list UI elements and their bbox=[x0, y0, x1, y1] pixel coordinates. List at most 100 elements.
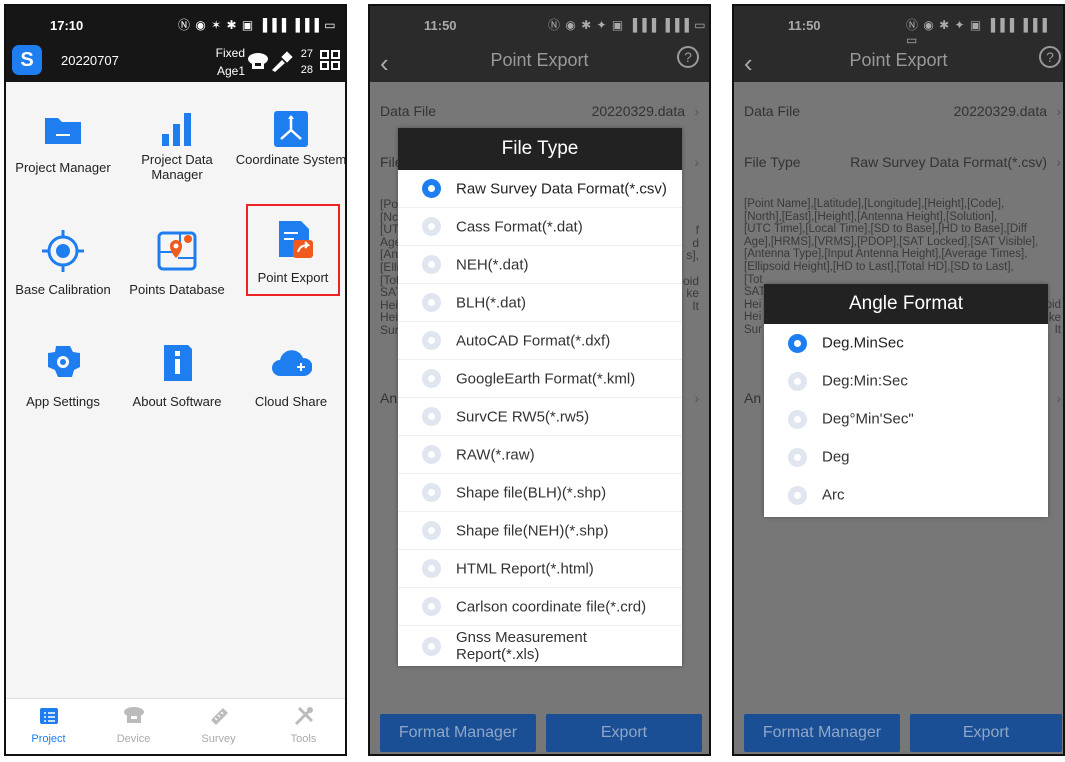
chevron-right-icon: › bbox=[1056, 154, 1061, 170]
option-arc[interactable]: Arc bbox=[764, 476, 1048, 514]
field-line: f bbox=[695, 223, 699, 237]
option-deg-symbol[interactable]: Deg°Min'Sec" bbox=[764, 400, 1048, 438]
option-label: AutoCAD Format(*.dxf) bbox=[456, 332, 611, 349]
nav-device[interactable]: Device bbox=[91, 705, 176, 745]
option-shape-neh[interactable]: Shape file(NEH)(*.shp) bbox=[398, 512, 682, 550]
option-html-report[interactable]: HTML Report(*.html) bbox=[398, 550, 682, 588]
grid-menu-icon[interactable] bbox=[320, 50, 340, 70]
nav-project[interactable]: Project bbox=[6, 705, 91, 745]
field-line: [Ellipsoid Height],[HD to Last],[Total H… bbox=[744, 260, 1014, 273]
chevron-right-icon: › bbox=[694, 154, 699, 170]
tile-cloud-share[interactable]: Cloud Share bbox=[234, 316, 345, 426]
nav-tools[interactable]: Tools bbox=[261, 705, 345, 745]
nav-label: Device bbox=[116, 733, 151, 745]
home-header: 17:10 Ⓝ ◉ ✶ ✱ ▣ ▐▐▐ ▐▐▐ ▭ S 20220707 Fix… bbox=[6, 6, 345, 82]
radio-icon bbox=[788, 485, 807, 505]
chevron-right-icon: › bbox=[1056, 103, 1061, 119]
radio-icon bbox=[422, 255, 441, 274]
option-label: SurvCE RW5(*.rw5) bbox=[456, 408, 590, 425]
help-icon[interactable]: ? bbox=[1039, 46, 1061, 68]
field-line: s], bbox=[686, 248, 699, 263]
tile-project-manager[interactable]: Project Manager bbox=[6, 82, 120, 192]
satellite-icon[interactable] bbox=[270, 50, 294, 72]
radio-icon bbox=[422, 217, 441, 236]
option-raw-csv[interactable]: Raw Survey Data Format(*.csv) bbox=[398, 170, 682, 208]
angle-format-dialog: Angle Format Deg.MinSec Deg:Min:Sec Deg°… bbox=[764, 284, 1048, 517]
tile-base-calibration[interactable]: Base Calibration bbox=[6, 204, 120, 314]
tile-coordinate-system[interactable]: Coordinate System bbox=[234, 82, 345, 192]
option-deg-min-sec[interactable]: Deg:Min:Sec bbox=[764, 362, 1048, 400]
tile-about-software[interactable]: About Software bbox=[120, 316, 234, 426]
folder-icon bbox=[45, 118, 81, 144]
fix-status[interactable]: Fixed Age1 bbox=[216, 44, 245, 80]
help-icon[interactable]: ? bbox=[677, 46, 699, 68]
tile-label: Cloud Share bbox=[254, 394, 328, 409]
field-line: It bbox=[692, 298, 699, 313]
option-deg[interactable]: Deg bbox=[764, 438, 1048, 476]
chevron-right-icon: › bbox=[1056, 390, 1061, 406]
row-value: 20220329.data bbox=[591, 103, 685, 119]
export-button[interactable]: Export bbox=[910, 714, 1062, 752]
option-neh-dat[interactable]: NEH(*.dat) bbox=[398, 246, 682, 284]
tools-icon bbox=[294, 706, 313, 726]
receiver-icon[interactable] bbox=[247, 52, 269, 70]
option-shape-blh[interactable]: Shape file(BLH)(*.shp) bbox=[398, 474, 682, 512]
screen-header: 11:50 Ⓝ ◉ ✱ ✦ ▣ ▐▐▐ ▐▐▐ ▭ ‹ Point Export… bbox=[370, 6, 709, 82]
option-label: Deg:Min:Sec bbox=[822, 372, 908, 390]
option-label: Deg.MinSec bbox=[822, 334, 904, 352]
coordinate-axes-icon bbox=[274, 111, 308, 147]
option-blh-dat[interactable]: BLH(*.dat) bbox=[398, 284, 682, 322]
tile-label: Project Manager bbox=[15, 160, 111, 175]
satellite-count[interactable]: 27 28 bbox=[301, 46, 313, 78]
radio-icon bbox=[422, 369, 441, 388]
option-carlson-crd[interactable]: Carlson coordinate file(*.crd) bbox=[398, 588, 682, 626]
screen-header: 11:50 Ⓝ ◉ ✱ ✦ ▣ ▐▐▐ ▐▐▐ ▭ ‹ Point Export… bbox=[734, 6, 1063, 82]
export-fields-right: f d s], oid ke It bbox=[679, 224, 699, 313]
cloud-icon bbox=[272, 350, 312, 376]
tile-app-settings[interactable]: App Settings bbox=[6, 316, 120, 426]
nav-label: Survey bbox=[201, 733, 236, 745]
list-icon bbox=[39, 708, 58, 724]
field-line: [UTC Time],[Local Time],[SD to Base],[HD… bbox=[744, 223, 1027, 236]
radio-icon bbox=[422, 597, 441, 616]
option-cass-dat[interactable]: Cass Format(*.dat) bbox=[398, 208, 682, 246]
data-file-row[interactable]: Data File 20220329.data › bbox=[744, 103, 1061, 119]
page-title: Point Export bbox=[490, 50, 589, 70]
radio-icon bbox=[422, 445, 441, 464]
nav-survey[interactable]: Survey bbox=[176, 705, 261, 745]
field-line: [Point Name],[Latitude],[Longitude],[Hei… bbox=[744, 198, 1005, 210]
page-title: Point Export bbox=[849, 50, 948, 70]
option-raw-raw[interactable]: RAW(*.raw) bbox=[398, 436, 682, 474]
option-gnss-report[interactable]: Gnss Measurement Report(*.xls) bbox=[398, 626, 682, 666]
option-autocad-dxf[interactable]: AutoCAD Format(*.dxf) bbox=[398, 322, 682, 360]
ruler-icon bbox=[210, 708, 228, 725]
fix-label: Fixed bbox=[215, 46, 245, 60]
tile-points-database[interactable]: Points Database bbox=[120, 204, 234, 314]
option-label: RAW(*.raw) bbox=[456, 446, 535, 463]
option-label: Cass Format(*.dat) bbox=[456, 218, 583, 235]
format-manager-button[interactable]: Format Manager bbox=[744, 714, 900, 752]
age-label: Age1 bbox=[216, 64, 245, 78]
option-label: Deg°Min'Sec" bbox=[822, 410, 914, 428]
nav-label: Project bbox=[31, 733, 66, 745]
option-label: Raw Survey Data Format(*.csv) bbox=[456, 180, 667, 197]
file-type-row[interactable]: File Type Raw Survey Data Format(*.csv) … bbox=[744, 154, 1061, 170]
radio-selected-icon bbox=[788, 333, 807, 353]
format-manager-button[interactable]: Format Manager bbox=[380, 714, 536, 752]
app-logo-icon[interactable]: S bbox=[12, 45, 42, 75]
data-file-row[interactable]: Data File 20220329.data › bbox=[380, 103, 699, 119]
option-deg-minsec[interactable]: Deg.MinSec bbox=[764, 324, 1048, 362]
radio-icon bbox=[422, 636, 441, 656]
chevron-right-icon: › bbox=[694, 103, 699, 119]
field-line: Age],[HRMS],[VRMS],[PDOP],[SAT Locked],[… bbox=[744, 235, 1039, 248]
option-label: Shape file(BLH)(*.shp) bbox=[456, 484, 607, 501]
field-line: [North],[East],[Height],[Antenna Height]… bbox=[744, 210, 998, 223]
project-name[interactable]: 20220707 bbox=[61, 53, 119, 68]
export-button[interactable]: Export bbox=[546, 714, 702, 752]
tile-project-data-manager[interactable]: Project Data Manager bbox=[120, 82, 234, 192]
radio-icon bbox=[788, 409, 807, 429]
option-survce-rw5[interactable]: SurvCE RW5(*.rw5) bbox=[398, 398, 682, 436]
row-label: Data File bbox=[380, 103, 437, 119]
option-googleearth-kml[interactable]: GoogleEarth Format(*.kml) bbox=[398, 360, 682, 398]
tile-point-export[interactable]: Point Export bbox=[246, 204, 340, 296]
